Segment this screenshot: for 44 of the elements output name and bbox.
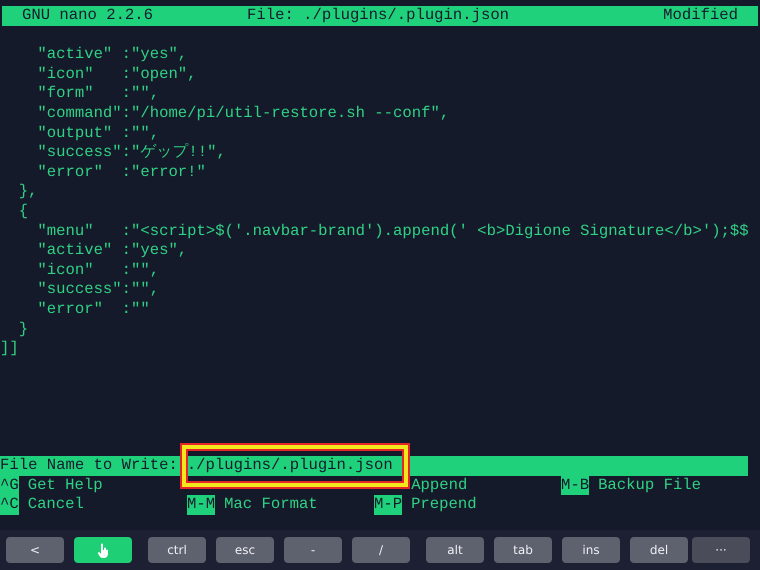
file-title: File: ./plugins/.plugin.json (247, 6, 510, 26)
shortcut-label[interactable]: Cancel (28, 495, 84, 515)
filename-input[interactable]: ./plugins/.plugin.json (186, 456, 393, 476)
shortcut-label[interactable]: Mac Format (224, 495, 318, 515)
code-line: "icon" :"open", (36, 64, 198, 84)
key-button[interactable]: - (284, 537, 342, 563)
code-line: "output" :"", (36, 124, 160, 144)
key-button[interactable]: ctrl (148, 537, 206, 563)
key-button[interactable]: del (630, 537, 688, 563)
shortcut-label[interactable]: Get Help (28, 476, 103, 496)
key-button[interactable]: / (352, 537, 410, 563)
code-line: }, (18, 182, 38, 202)
code-line: "error" :"error!" (36, 162, 207, 182)
code-line: "active" :"yes", (36, 241, 188, 261)
code-line: "error" :"" (36, 300, 151, 320)
code-line: "command":"/home/pi/util-restore.sh --conf", (36, 104, 450, 124)
shortcut-label[interactable]: Backup File (598, 476, 702, 496)
code-line: "icon" :"", (36, 260, 160, 280)
modified-status: Modified (663, 6, 738, 26)
shortcut-label[interactable]: Append (411, 476, 468, 496)
code-line: "success":"ゲップ!!", (36, 143, 227, 163)
shortcut-key: M-B (561, 476, 590, 496)
key-button[interactable]: tab (494, 537, 552, 563)
shortcut-label[interactable]: Prepend (411, 495, 477, 515)
shortcut-key: ^C (0, 495, 19, 515)
key-button[interactable]: < (6, 537, 64, 563)
pointing-hand-icon (97, 542, 109, 558)
code-line: { (18, 202, 30, 222)
key-button[interactable]: ··· (692, 537, 750, 563)
code-line: "active" :"yes", (36, 45, 188, 65)
touch-mode-button[interactable] (74, 537, 132, 563)
shortcut-key: ^G (0, 476, 19, 496)
prompt-label: File Name to Write: (0, 456, 178, 476)
shortcut-key: M-P (374, 495, 402, 515)
code-line: "form" :"", (36, 84, 160, 104)
shortcut-key: M-M (187, 495, 216, 515)
key-button[interactable]: alt (426, 537, 484, 563)
app-version: GNU nano 2.2.6 (22, 6, 154, 26)
key-button[interactable]: ins (562, 537, 620, 563)
code-line: ]] (0, 339, 20, 359)
code-line: } (18, 320, 30, 340)
code-line: "success":"", (36, 280, 160, 300)
key-button[interactable]: esc (216, 537, 274, 563)
code-line: "menu" :"<script>$('.navbar-brand').append(' <b>Digione Signature</b>');$$ (36, 222, 750, 242)
